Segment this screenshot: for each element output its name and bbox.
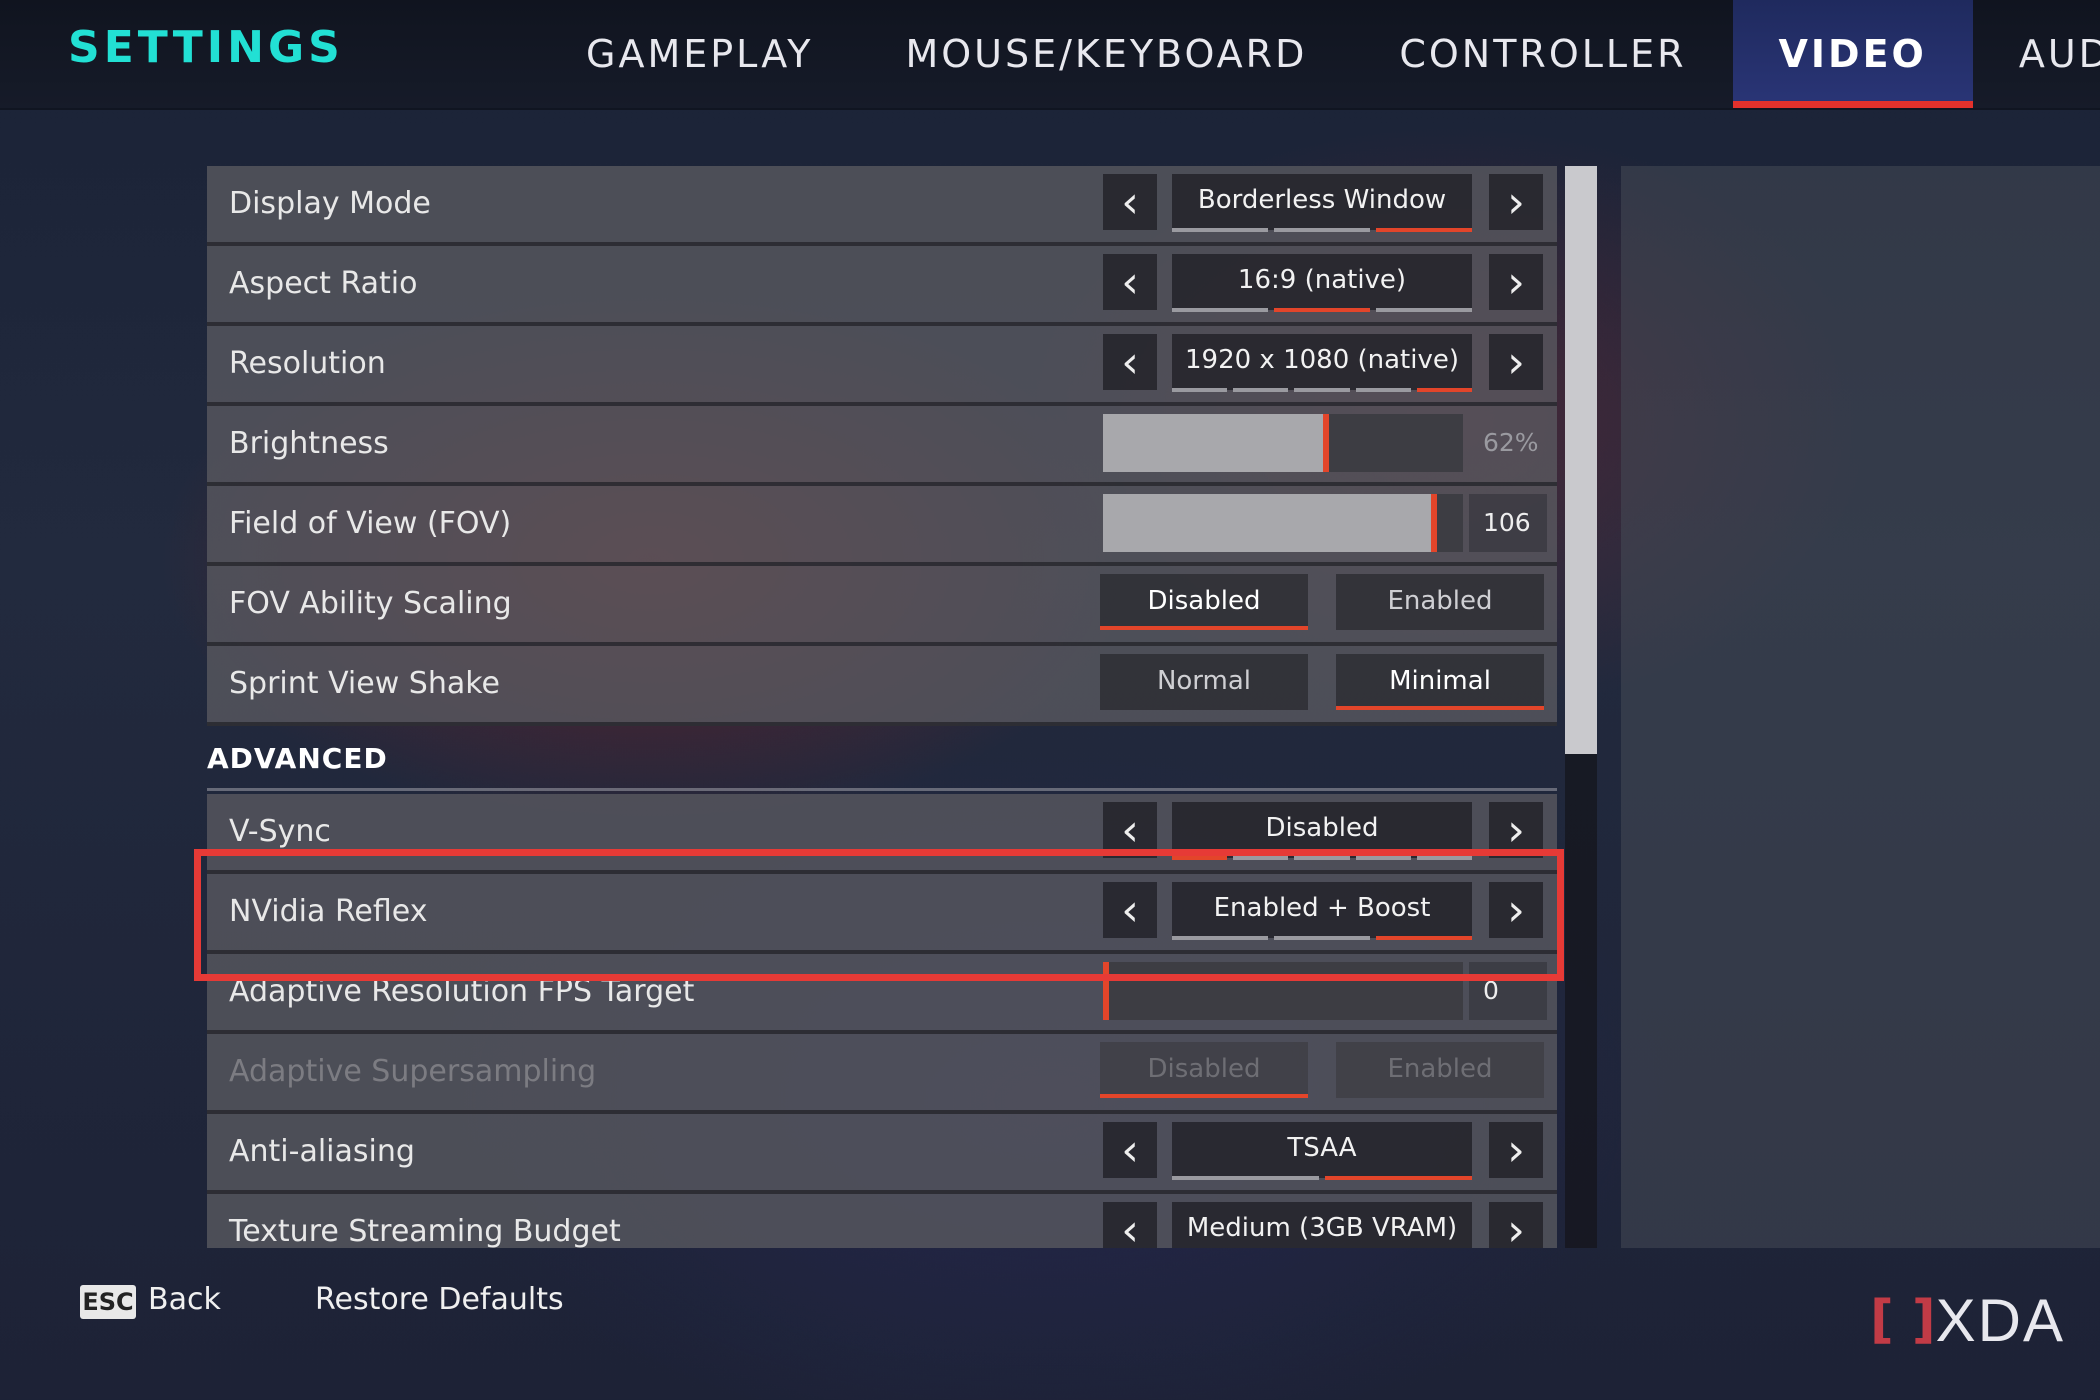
brightness-slider[interactable] [1103, 414, 1463, 472]
setting-row-aspect-ratio: Aspect Ratio ‹ 16:9 (native) › [207, 246, 1557, 326]
tab-bar: GAMEPLAY MOUSE/KEYBOARD CONTROLLER VIDEO… [540, 0, 2100, 108]
chevron-right-icon[interactable]: › [1489, 254, 1543, 310]
esc-key-icon[interactable]: ESC [80, 1285, 136, 1319]
fov-slider[interactable] [1103, 494, 1463, 552]
supersampling-enabled-button: Enabled [1336, 1042, 1544, 1098]
fov-scaling-disabled-button[interactable]: Disabled [1100, 574, 1308, 630]
xda-logo: [ ] XDA [1870, 1287, 2065, 1354]
xda-bracket-icon: [ ] [1870, 1290, 1936, 1350]
chevron-right-icon[interactable]: › [1489, 334, 1543, 390]
scrollbar-thumb[interactable] [1565, 166, 1597, 754]
anti-aliasing-value: TSAA [1172, 1122, 1472, 1178]
sprint-shake-minimal-button[interactable]: Minimal [1336, 654, 1544, 710]
option-indicator [1172, 388, 1473, 392]
setting-label: Aspect Ratio [229, 266, 418, 301]
setting-label: Texture Streaming Budget [229, 1214, 621, 1248]
slider-handle[interactable] [1323, 414, 1330, 472]
top-navigation-bar: SETTINGS GAMEPLAY MOUSE/KEYBOARD CONTROL… [0, 0, 2100, 108]
option-indicator [1172, 1176, 1472, 1180]
setting-label: Resolution [229, 346, 386, 381]
description-pane [1621, 166, 2100, 1248]
setting-label: Display Mode [229, 186, 431, 221]
footer-bar: ESC Back Restore Defaults [ ] XDA [0, 1260, 2100, 1400]
fov-scaling-enabled-button[interactable]: Enabled [1336, 574, 1544, 630]
setting-label: Adaptive Supersampling [229, 1054, 597, 1089]
setting-label: Anti-aliasing [229, 1134, 415, 1169]
aspect-ratio-value: 16:9 (native) [1172, 254, 1472, 310]
restore-defaults-button[interactable]: Restore Defaults [315, 1282, 564, 1317]
highlight-box [194, 849, 1564, 981]
advanced-section-heading: ADVANCED [207, 730, 1557, 791]
slider-fill [1103, 494, 1435, 552]
chevron-left-icon[interactable]: ‹ [1103, 1122, 1157, 1178]
chevron-left-icon[interactable]: ‹ [1103, 254, 1157, 310]
tab-controller[interactable]: CONTROLLER [1353, 0, 1732, 108]
chevron-left-icon[interactable]: ‹ [1103, 174, 1157, 230]
option-indicator [1172, 308, 1472, 312]
tab-mouse-keyboard[interactable]: MOUSE/KEYBOARD [859, 0, 1353, 108]
xda-logo-text: XDA [1935, 1286, 2066, 1354]
setting-row-fov: Field of View (FOV) 106 [207, 486, 1557, 566]
back-button[interactable]: Back [148, 1282, 221, 1317]
slider-handle[interactable] [1431, 494, 1438, 552]
setting-row-brightness: Brightness 62% [207, 406, 1557, 486]
sprint-shake-normal-button[interactable]: Normal [1100, 654, 1308, 710]
settings-title: SETTINGS [68, 22, 344, 73]
fov-value: 106 [1469, 494, 1547, 552]
tab-video[interactable]: VIDEO [1732, 0, 1974, 108]
display-mode-value: Borderless Window [1172, 174, 1472, 230]
chevron-right-icon[interactable]: › [1489, 1202, 1543, 1248]
setting-row-fov-ability-scaling: FOV Ability Scaling Disabled Enabled [207, 566, 1557, 646]
setting-row-adaptive-supersampling: Adaptive Supersampling Disabled Enabled [207, 1034, 1557, 1114]
texture-budget-value: Medium (3GB VRAM) [1172, 1202, 1472, 1248]
setting-row-sprint-view-shake: Sprint View Shake Normal Minimal [207, 646, 1557, 726]
setting-label: Sprint View Shake [229, 666, 500, 701]
tab-gameplay[interactable]: GAMEPLAY [540, 0, 859, 108]
setting-label: FOV Ability Scaling [229, 586, 512, 621]
chevron-right-icon[interactable]: › [1489, 1122, 1543, 1178]
setting-label: Brightness [229, 426, 389, 461]
chevron-left-icon[interactable]: ‹ [1103, 1202, 1157, 1248]
setting-row-anti-aliasing: Anti-aliasing ‹ TSAA › [207, 1114, 1557, 1194]
brightness-value: 62% [1483, 428, 1539, 457]
setting-label: Field of View (FOV) [229, 506, 512, 541]
supersampling-disabled-button: Disabled [1100, 1042, 1308, 1098]
chevron-right-icon[interactable]: › [1489, 174, 1543, 230]
tab-audio[interactable]: AUDIO [1973, 0, 2100, 108]
setting-row-texture-budget: Texture Streaming Budget ‹ Medium (3GB V… [207, 1194, 1557, 1248]
option-indicator [1172, 228, 1472, 232]
resolution-value: 1920 x 1080 (native) [1172, 334, 1472, 390]
setting-row-display-mode: Display Mode ‹ Borderless Window › [207, 166, 1557, 246]
setting-row-resolution: Resolution ‹ 1920 x 1080 (native) › [207, 326, 1557, 406]
video-settings-panel: Display Mode ‹ Borderless Window › Aspec… [207, 166, 1557, 1248]
slider-fill [1103, 414, 1327, 472]
chevron-left-icon[interactable]: ‹ [1103, 334, 1157, 390]
